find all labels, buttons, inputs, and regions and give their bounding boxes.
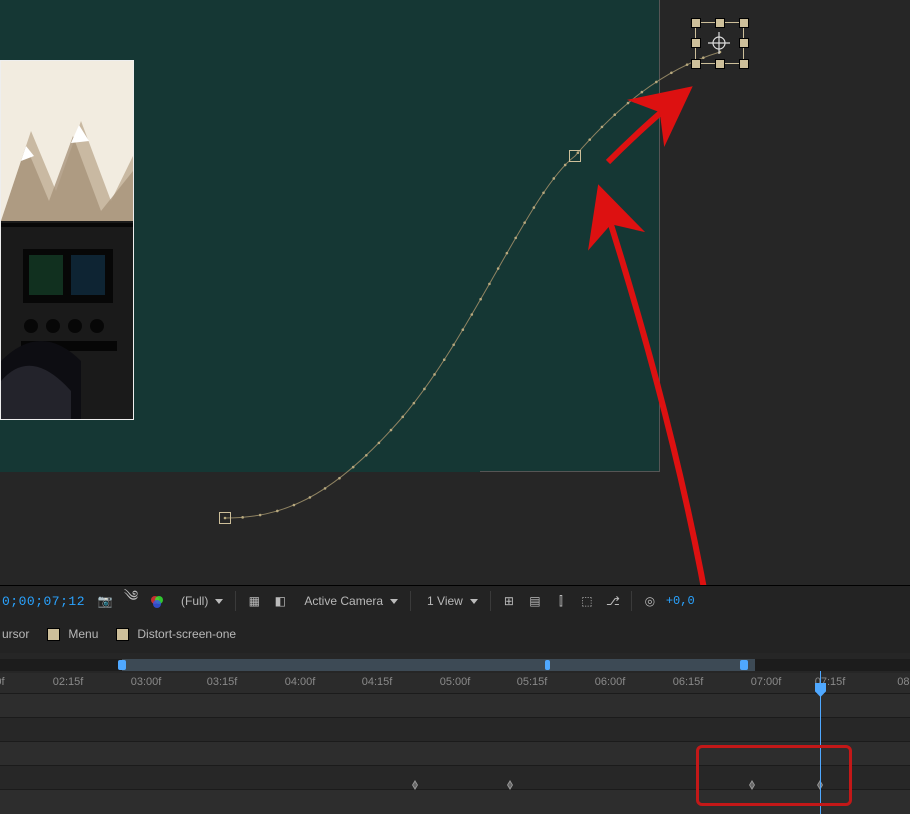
ruler-tick: 06:15f [673, 676, 704, 688]
work-area-start-handle[interactable] [118, 660, 126, 670]
aperture-icon: ◎ [645, 594, 655, 608]
timeline-lane[interactable] [0, 693, 910, 718]
ruler-tick: 05:15f [517, 676, 548, 688]
safe-zones-icon: ⊞ [504, 594, 514, 608]
layer-color-swatch [116, 628, 129, 641]
timeline-panel[interactable]: 0f 02:15f 03:00f 03:15f 04:00f 04:15f 05:00f 05… [0, 653, 910, 814]
safe-zones-button[interactable]: ⊞ [499, 591, 519, 611]
navigator-indicator[interactable] [545, 660, 550, 670]
ruler-tick: 03:15f [207, 676, 238, 688]
ruler-tick: 02:15f [53, 676, 84, 688]
color-management-button[interactable] [147, 591, 167, 611]
transparency-grid-icon: ▦ [249, 594, 260, 608]
mask-icon: ◧ [275, 594, 286, 608]
ruler-tick: 0f [0, 676, 5, 688]
flowchart-icon: ⎇ [606, 594, 620, 608]
composition-viewport[interactable] [0, 0, 910, 585]
cockpit-mountain-image [1, 61, 133, 419]
camera-dropdown[interactable]: Active Camera [296, 591, 402, 611]
ruler-tick: 05:00f [440, 676, 471, 688]
snapshot-button[interactable]: 📷 [95, 591, 115, 611]
path-keyframe-mid[interactable] [569, 150, 581, 162]
chevron-down-icon [470, 599, 478, 604]
switch-item-menu[interactable]: Menu [47, 627, 98, 641]
pixel-aspect-icon: ⬚ [581, 594, 592, 608]
transparency-grid-button[interactable]: ▦ [244, 591, 264, 611]
chevron-down-icon [215, 599, 223, 604]
keyframe-marker[interactable] [505, 780, 515, 790]
keyframe-marker[interactable] [410, 780, 420, 790]
anchor-point-icon [691, 18, 747, 68]
resolution-dropdown[interactable]: (Full) [173, 591, 227, 611]
view-count-label: 1 View [427, 594, 463, 608]
work-area-end-handle[interactable] [740, 660, 748, 670]
grid-button[interactable]: ▤ [525, 591, 545, 611]
chevron-down-icon [390, 599, 398, 604]
current-timecode[interactable]: 0;00;07;12 [2, 594, 85, 609]
layer-thumbnail[interactable] [0, 60, 134, 420]
timeline-lane[interactable] [0, 717, 910, 742]
grid-icon: ▤ [529, 594, 540, 608]
timeline-navigator[interactable] [0, 659, 910, 671]
layer-selection-box[interactable] [691, 18, 747, 68]
exposure-value[interactable]: +0,0 [666, 594, 695, 608]
switch-item-cursor[interactable]: ursor [2, 627, 29, 641]
channel-button[interactable]: ༄ [121, 591, 141, 611]
preview-controls-bar: 0;00;07;12 📷 ༄ (Full) ▦ ◧ Active Camera … [0, 585, 910, 617]
pixel-aspect-button[interactable]: ⬚ [577, 591, 597, 611]
flowchart-button[interactable]: ⎇ [603, 591, 623, 611]
layer-color-swatch [47, 628, 60, 641]
resolution-label: (Full) [181, 594, 208, 608]
switch-item-distort[interactable]: Distort-screen-one [116, 627, 236, 641]
ruler-tick: 08:0 [897, 676, 910, 688]
annotation-highlight-box [696, 745, 852, 806]
camera-label: Active Camera [304, 594, 383, 608]
ruler-tick: 07:00f [751, 676, 782, 688]
ruler-tick: 03:00f [131, 676, 162, 688]
ruler-tick: 04:00f [285, 676, 316, 688]
time-ruler[interactable]: 0f 02:15f 03:00f 03:15f 04:00f 04:15f 05:00f 05… [0, 673, 910, 694]
guides-icon: ⫿ [559, 594, 563, 609]
rgb-icon [150, 594, 164, 608]
exposure-reset-button[interactable]: ◎ [640, 591, 660, 611]
ruler-tick: 06:00f [595, 676, 626, 688]
path-keyframe-start[interactable] [219, 512, 231, 524]
view-count-dropdown[interactable]: 1 View [419, 591, 482, 611]
mask-toggle-button[interactable]: ◧ [270, 591, 290, 611]
layer-switches-row: ursor Menu Distort-screen-one [0, 615, 910, 654]
ruler-tick: 04:15f [362, 676, 393, 688]
camera-icon: 📷 [98, 594, 113, 608]
work-area-bar[interactable] [122, 659, 755, 671]
guides-button[interactable]: ⫿ [551, 591, 571, 611]
